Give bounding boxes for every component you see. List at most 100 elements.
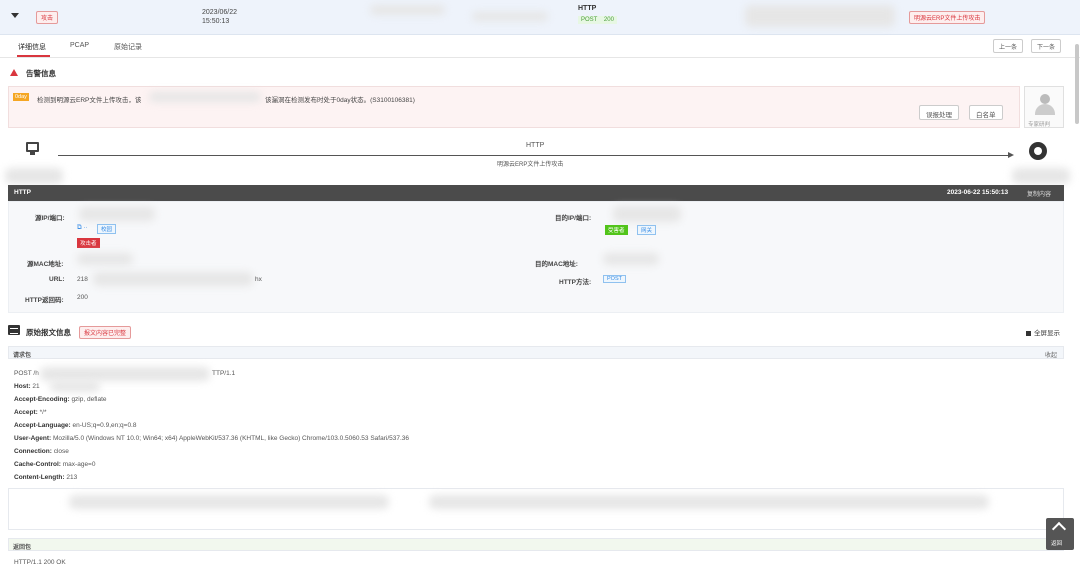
collapse-button[interactable]: 收起: [1045, 350, 1057, 359]
http-detail-panel: 源IP/端口: ⧉ ·· 校园 攻击者 目的IP/端口: 受害者 网关 源MAC…: [8, 201, 1064, 313]
redacted-path: [40, 367, 210, 381]
header-user-agent: User-Agent: Mozilla/5.0 (Windows NT 10.0…: [14, 435, 409, 442]
response-title: 返回包: [13, 545, 32, 551]
expert-avatar-body: [1035, 104, 1055, 115]
chevron-down-icon[interactable]: [11, 13, 19, 18]
alert-status-code: 200: [603, 17, 614, 23]
fullscreen-button[interactable]: 全屏显示: [1026, 327, 1060, 337]
whitelist-button[interactable]: 白名单: [969, 105, 1003, 120]
chevron-up-icon: [1051, 521, 1067, 537]
request-body: [8, 488, 1064, 530]
http-bar-timestamp: 2023-06-22 15:50:13: [947, 189, 1009, 196]
alarm-section-title: 告警信息: [26, 69, 56, 78]
redacted-ip: [472, 12, 548, 21]
false-positive-button[interactable]: 误报处理: [919, 105, 959, 120]
redacted-body: [429, 495, 989, 509]
alert-protocol: HTTP: [578, 5, 597, 12]
src-ip-label: 源IP/端口:: [35, 215, 65, 222]
redacted-host: [50, 381, 100, 392]
warning-icon: [10, 69, 18, 76]
http-bar: HTTP 2023-06-22 15:50:13 复制内容: [8, 185, 1064, 201]
header-content-length: Content-Length: 213: [14, 474, 77, 481]
header-value: 21: [32, 383, 40, 390]
keyboard-icon: [8, 325, 20, 335]
request-line-prefix: POST /h: [14, 370, 39, 377]
header-key: Cache-Control:: [14, 461, 61, 468]
header-key: Accept-Language:: [14, 422, 71, 429]
alarm-text-prefix: 检测到明源云ERP文件上传攻击，该: [37, 97, 142, 104]
http-status-label: HTTP返回码:: [25, 297, 64, 304]
url-label: URL:: [49, 276, 65, 283]
tab-raw-record[interactable]: 原始记录: [114, 42, 142, 52]
http-method-label: HTTP方法:: [559, 279, 592, 286]
alert-time: 15:50:13: [202, 18, 230, 25]
dst-ip-label: 目的IP/端口:: [555, 215, 592, 222]
alert-datetime: 2023/06/22 15:50:13: [202, 8, 237, 26]
flow-description: 明源云ERP文件上传攻击: [497, 162, 564, 168]
attacker-badge: 攻击者: [77, 238, 100, 248]
redacted-ip: [370, 5, 445, 15]
src-mac-label: 源MAC地址:: [27, 261, 64, 268]
monitor-stand: [30, 152, 35, 155]
scrollbar[interactable]: [1075, 44, 1079, 124]
header-key: Accept-Encoding:: [14, 396, 70, 403]
alert-date: 2023/06/22: [202, 9, 238, 16]
header-value: close: [53, 448, 69, 455]
request-title: 请求包: [13, 353, 32, 359]
raw-section-title: 原始报文信息: [26, 328, 71, 337]
header-host: Host: 21: [14, 383, 40, 390]
packet-complete-tag: 报文内容已完整: [79, 326, 132, 339]
redacted-url: [745, 5, 895, 27]
request-line-suffix: TTP/1.1: [212, 370, 236, 377]
header-key: Host:: [14, 383, 31, 390]
url-suffix: hx: [255, 276, 262, 283]
dst-mac-label: 目的MAC地址:: [535, 261, 578, 268]
alarm-box: 0day 检测到明源云ERP文件上传攻击，该 该漏洞在检测发布时处于0day状态…: [8, 86, 1020, 128]
header-accept-encoding: Accept-Encoding: gzip, deflate: [14, 396, 107, 403]
header-key: Connection:: [14, 448, 52, 455]
alert-type-tag: 攻击: [36, 11, 59, 24]
header-connection: Connection: close: [14, 448, 69, 455]
http-status-value: 200: [77, 294, 88, 301]
redacted-src-ip: [79, 207, 155, 221]
next-button[interactable]: 下一条: [1031, 39, 1062, 53]
flow-line: [58, 155, 1010, 156]
expert-analysis-button[interactable]: 专家研判: [1024, 86, 1064, 128]
redacted-url: [93, 272, 253, 286]
response-line: HTTP/1.1 200 OK: [14, 559, 66, 566]
request-pane-header: 请求包 收起: [8, 346, 1064, 359]
header-value: en-US;q=0.9,en;q=0.8: [72, 422, 137, 429]
redacted-dst-mac: [603, 253, 659, 265]
server-icon: [1029, 142, 1047, 160]
tab-details[interactable]: 详细信息: [18, 42, 46, 52]
alert-method: POST: [581, 17, 598, 23]
redacted-src-mac: [77, 253, 133, 265]
prev-button[interactable]: 上一条: [993, 39, 1024, 53]
header-value: gzip, deflate: [71, 396, 107, 403]
header-accept-language: Accept-Language: en-US;q=0.9,en;q=0.8: [14, 422, 136, 429]
redacted-dst-ip: [1012, 168, 1070, 184]
event-tag: 明源云ERP文件上传攻击: [909, 11, 986, 24]
http-method-value: POST: [603, 275, 626, 283]
header-key: Content-Length:: [14, 474, 65, 481]
flow-protocol: HTTP: [526, 142, 545, 149]
detail-tabs: 详细信息 PCAP 原始记录 上一条 下一条: [0, 36, 1080, 58]
request-line-tail: TTP/1.1: [212, 370, 235, 377]
header-value: Mozilla/5.0 (Windows NT 10.0; Win64; x64…: [53, 435, 410, 442]
request-line: POST /h: [14, 370, 39, 377]
alarm-text-suffix: 该漏洞在检测发布时处于0day状态。(S3100106381): [265, 97, 415, 104]
header-cache-control: Cache-Control: max-age=0: [14, 461, 95, 468]
back-to-top-button[interactable]: 返回: [1046, 518, 1074, 550]
alert-method-status: POST 200: [578, 16, 617, 24]
redacted-dst-ip: [613, 206, 681, 222]
arrow-right-icon: [1008, 152, 1014, 158]
zero-day-badge: 0day: [13, 93, 29, 101]
header-key: User-Agent:: [14, 435, 52, 442]
copy-content-button[interactable]: 复制内容: [1027, 189, 1051, 198]
tab-pcap[interactable]: PCAP: [70, 42, 89, 49]
expert-avatar-icon: [1040, 94, 1050, 104]
src-chip: 校园: [97, 224, 117, 234]
alert-row[interactable]: 攻击 2023/06/22 15:50:13 HTTP POST 200 明源云…: [0, 0, 1080, 35]
copy-icon[interactable]: ⧉ ··: [77, 224, 88, 232]
redacted-body: [69, 495, 389, 509]
